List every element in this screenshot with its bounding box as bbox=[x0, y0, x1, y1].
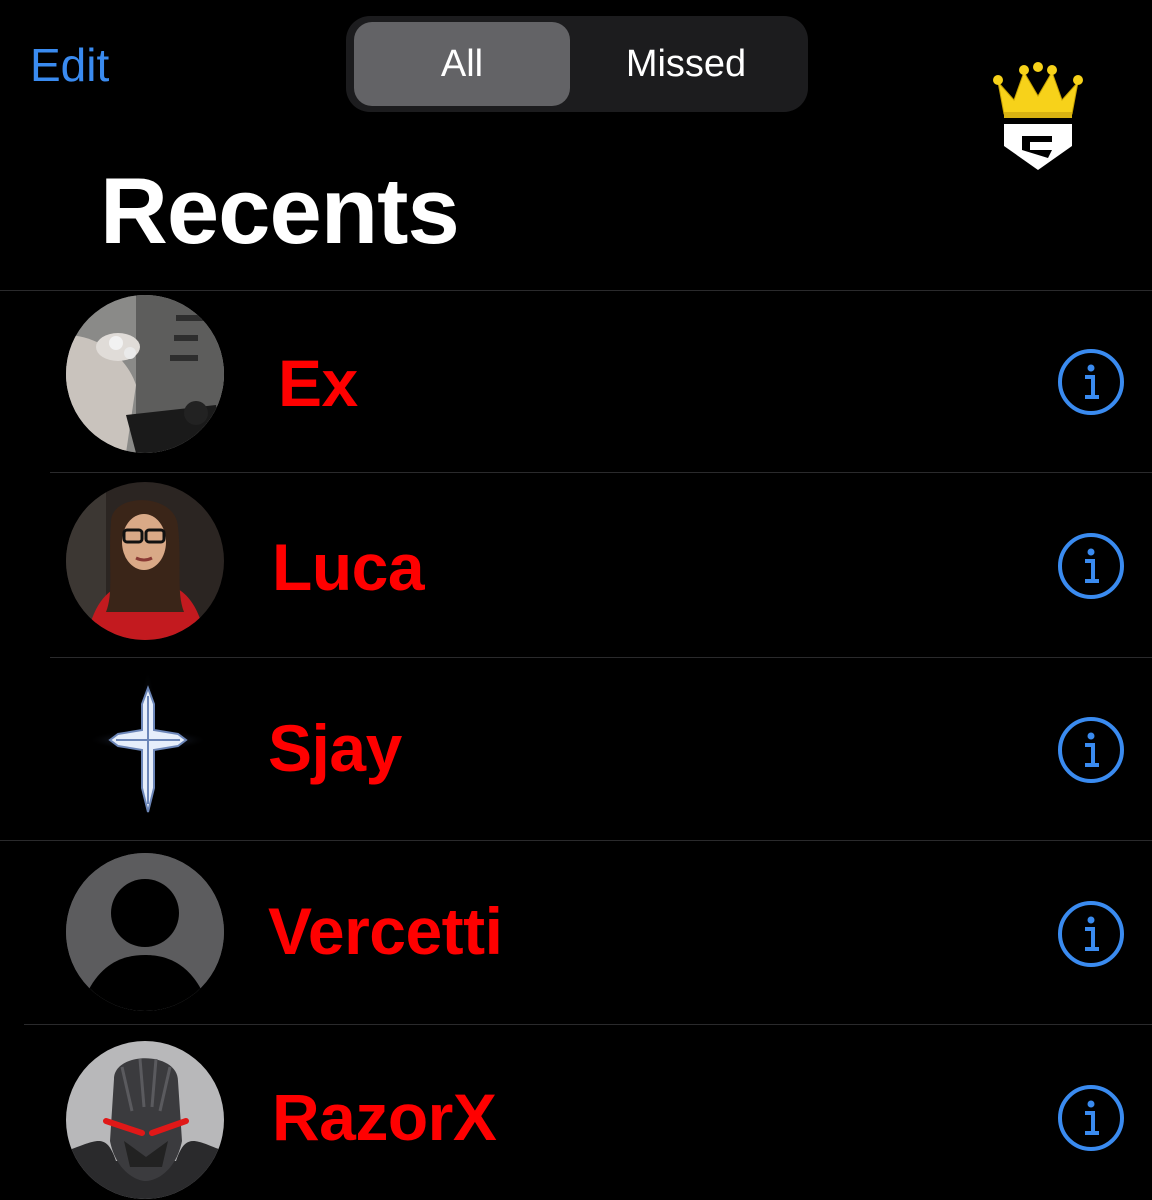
info-icon[interactable] bbox=[1056, 531, 1126, 601]
info-icon[interactable] bbox=[1056, 1083, 1126, 1153]
contact-name: Luca bbox=[272, 530, 425, 604]
calls-filter-segmented-control: All Missed bbox=[346, 16, 808, 112]
list-item[interactable]: RazorX bbox=[0, 1025, 1152, 1200]
info-icon[interactable] bbox=[1056, 715, 1126, 785]
list-item[interactable]: Sjay bbox=[0, 658, 1152, 841]
avatar bbox=[66, 1041, 224, 1199]
segment-all[interactable]: All bbox=[354, 22, 570, 106]
contact-name: RazorX bbox=[272, 1080, 497, 1154]
edit-button[interactable]: Edit bbox=[30, 36, 109, 94]
contact-name: Ex bbox=[278, 346, 358, 420]
info-icon[interactable] bbox=[1056, 347, 1126, 417]
recents-screen: Edit All Missed Recents Ex Luca Sjay Ver… bbox=[0, 0, 1152, 1200]
contact-name: Sjay bbox=[268, 711, 402, 785]
list-item[interactable]: Vercetti bbox=[0, 841, 1152, 1025]
avatar bbox=[66, 482, 224, 640]
avatar bbox=[66, 295, 224, 453]
segment-missed[interactable]: Missed bbox=[570, 22, 802, 106]
info-icon[interactable] bbox=[1056, 899, 1126, 969]
contact-name: Vercetti bbox=[268, 894, 503, 968]
default-person-icon bbox=[66, 853, 224, 1011]
list-item[interactable]: Ex bbox=[0, 291, 1152, 473]
page-title: Recents bbox=[100, 158, 460, 263]
crown-logo-icon bbox=[993, 62, 1083, 170]
cross-icon bbox=[66, 668, 224, 826]
list-item[interactable]: Luca bbox=[0, 473, 1152, 658]
